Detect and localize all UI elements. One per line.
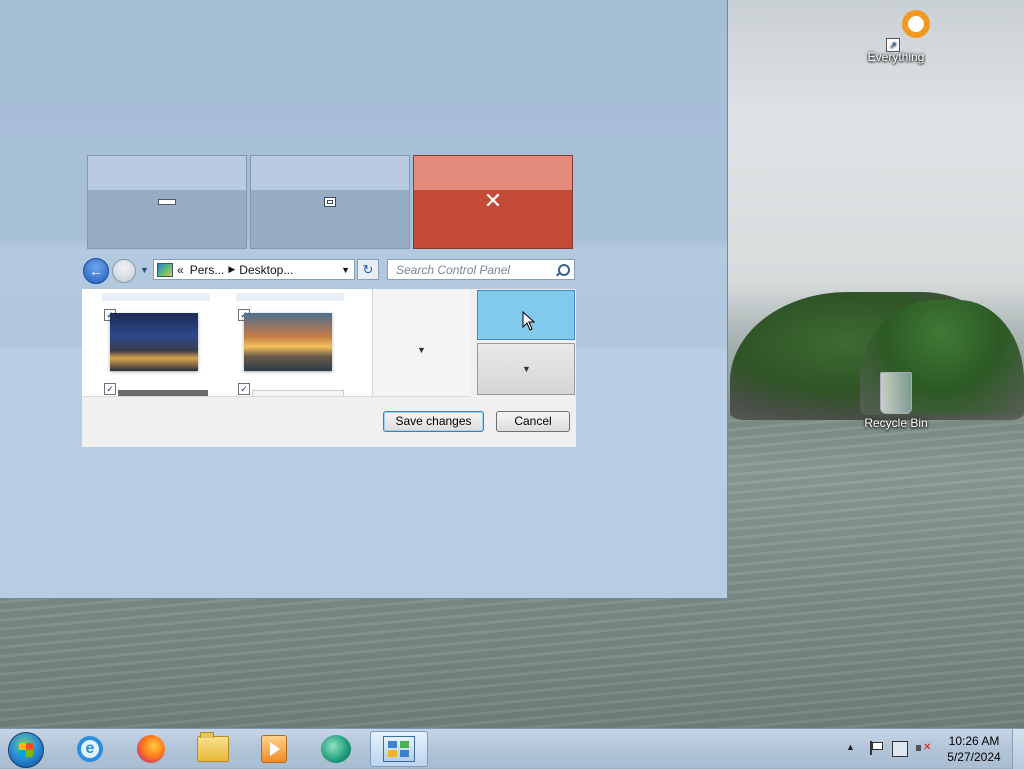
recent-pages-dropdown[interactable]: ▼ <box>140 265 149 275</box>
address-dropdown-icon[interactable]: ▼ <box>341 265 350 275</box>
system-tray: ▲ 10:26 AM 5/27/2024 <box>842 729 1024 769</box>
gallery-thumbnail-partial[interactable] <box>252 390 344 396</box>
firefox-icon <box>137 735 165 763</box>
picture-gallery: ✓ ✓ ✓ ✓ ▼ <box>82 289 470 397</box>
file-explorer-icon <box>197 732 229 762</box>
clock-date: 5/27/2024 <box>947 750 1001 764</box>
save-changes-button[interactable]: Save changes <box>383 411 484 432</box>
taskbar-media-player[interactable] <box>246 731 302 767</box>
refresh-button[interactable]: ↻ <box>357 259 379 280</box>
dropdown-arrow-icon: ▼ <box>522 364 531 374</box>
refresh-icon: ↻ <box>362 262 374 277</box>
volume-muted-icon[interactable] <box>916 741 931 755</box>
media-player-icon <box>261 735 287 763</box>
taskbar-firefox[interactable] <box>123 731 179 767</box>
maximize-button[interactable] <box>250 155 410 249</box>
internet-explorer-icon: e <box>77 736 103 762</box>
breadcrumb-personalization[interactable]: Pers... <box>190 263 225 277</box>
close-button[interactable]: ✕ <box>413 155 573 249</box>
maximize-icon <box>324 197 336 207</box>
thumbnail-checkbox[interactable]: ✓ <box>104 383 116 395</box>
gallery-thumbnail[interactable]: ✓ <box>104 291 212 396</box>
highlighted-option-button[interactable] <box>477 290 575 340</box>
breadcrumb-separator-icon[interactable]: ▶ <box>228 264 235 275</box>
address-overflow[interactable]: « <box>177 263 184 277</box>
taskbar-control-panel[interactable] <box>370 731 428 767</box>
minimize-button[interactable] <box>87 155 247 249</box>
control-panel-icon <box>383 736 415 762</box>
recycle-bin-icon <box>880 372 912 414</box>
search-placeholder: Search Control Panel <box>396 262 511 277</box>
minimize-icon <box>158 199 176 205</box>
taskbar-internet-explorer[interactable]: e <box>62 731 118 767</box>
picture-position-area[interactable]: ▼ <box>372 289 470 396</box>
taskbar: e ▲ 10:26 AM 5/27/2024 <box>0 728 1024 769</box>
search-icon[interactable] <box>558 263 570 276</box>
address-bar[interactable]: « Pers... ▶ Desktop... ▼ <box>153 259 355 280</box>
control-panel-icon <box>157 262 173 277</box>
sunset-harbor-thumbnail[interactable] <box>244 313 332 371</box>
navigation-bar: ← ▼ « Pers... ▶ Desktop... ▼ ↻ Search Co… <box>83 257 576 284</box>
back-button[interactable]: ← <box>83 258 109 284</box>
action-center-flag-icon[interactable] <box>868 741 883 755</box>
desktop-icon-everything[interactable]: ↗ Everything <box>856 8 936 64</box>
breadcrumb-desktop[interactable]: Desktop... <box>239 263 293 277</box>
gallery-thumbnail-partial[interactable] <box>118 390 208 396</box>
dropdown-option-button[interactable]: ▼ <box>477 343 575 395</box>
show-hidden-icons-icon[interactable]: ▲ <box>846 742 855 752</box>
clock[interactable]: 10:26 AM 5/27/2024 <box>942 733 1006 765</box>
app-icon <box>321 735 351 763</box>
start-button[interactable] <box>8 732 44 768</box>
windows-logo-icon <box>19 743 33 757</box>
desktop-background-content: ✓ ✓ ✓ ✓ ▼ ▼ Save changes Cancel <box>82 289 576 447</box>
everything-icon: ↗ <box>876 8 930 54</box>
mouse-cursor-icon <box>522 311 536 331</box>
show-desktop-button[interactable] <box>1012 729 1024 769</box>
clock-time: 10:26 AM <box>948 734 1000 748</box>
taskbar-app[interactable] <box>308 731 364 767</box>
cancel-button[interactable]: Cancel <box>496 411 570 432</box>
search-input[interactable]: Search Control Panel <box>387 259 575 280</box>
gallery-thumbnail[interactable]: ✓ <box>238 291 346 396</box>
back-arrow-icon: ← <box>89 263 103 279</box>
city-night-thumbnail[interactable] <box>110 313 198 371</box>
desktop-icon-recycle-bin[interactable]: Recycle Bin <box>856 372 936 430</box>
thumbnail-checkbox[interactable]: ✓ <box>238 383 250 395</box>
network-icon[interactable] <box>892 741 908 757</box>
dropdown-arrow-icon[interactable]: ▼ <box>417 345 426 355</box>
desktop-icon-label: Recycle Bin <box>864 416 928 430</box>
taskbar-file-explorer[interactable] <box>185 731 241 767</box>
forward-button[interactable] <box>112 259 136 283</box>
close-icon: ✕ <box>483 189 503 214</box>
